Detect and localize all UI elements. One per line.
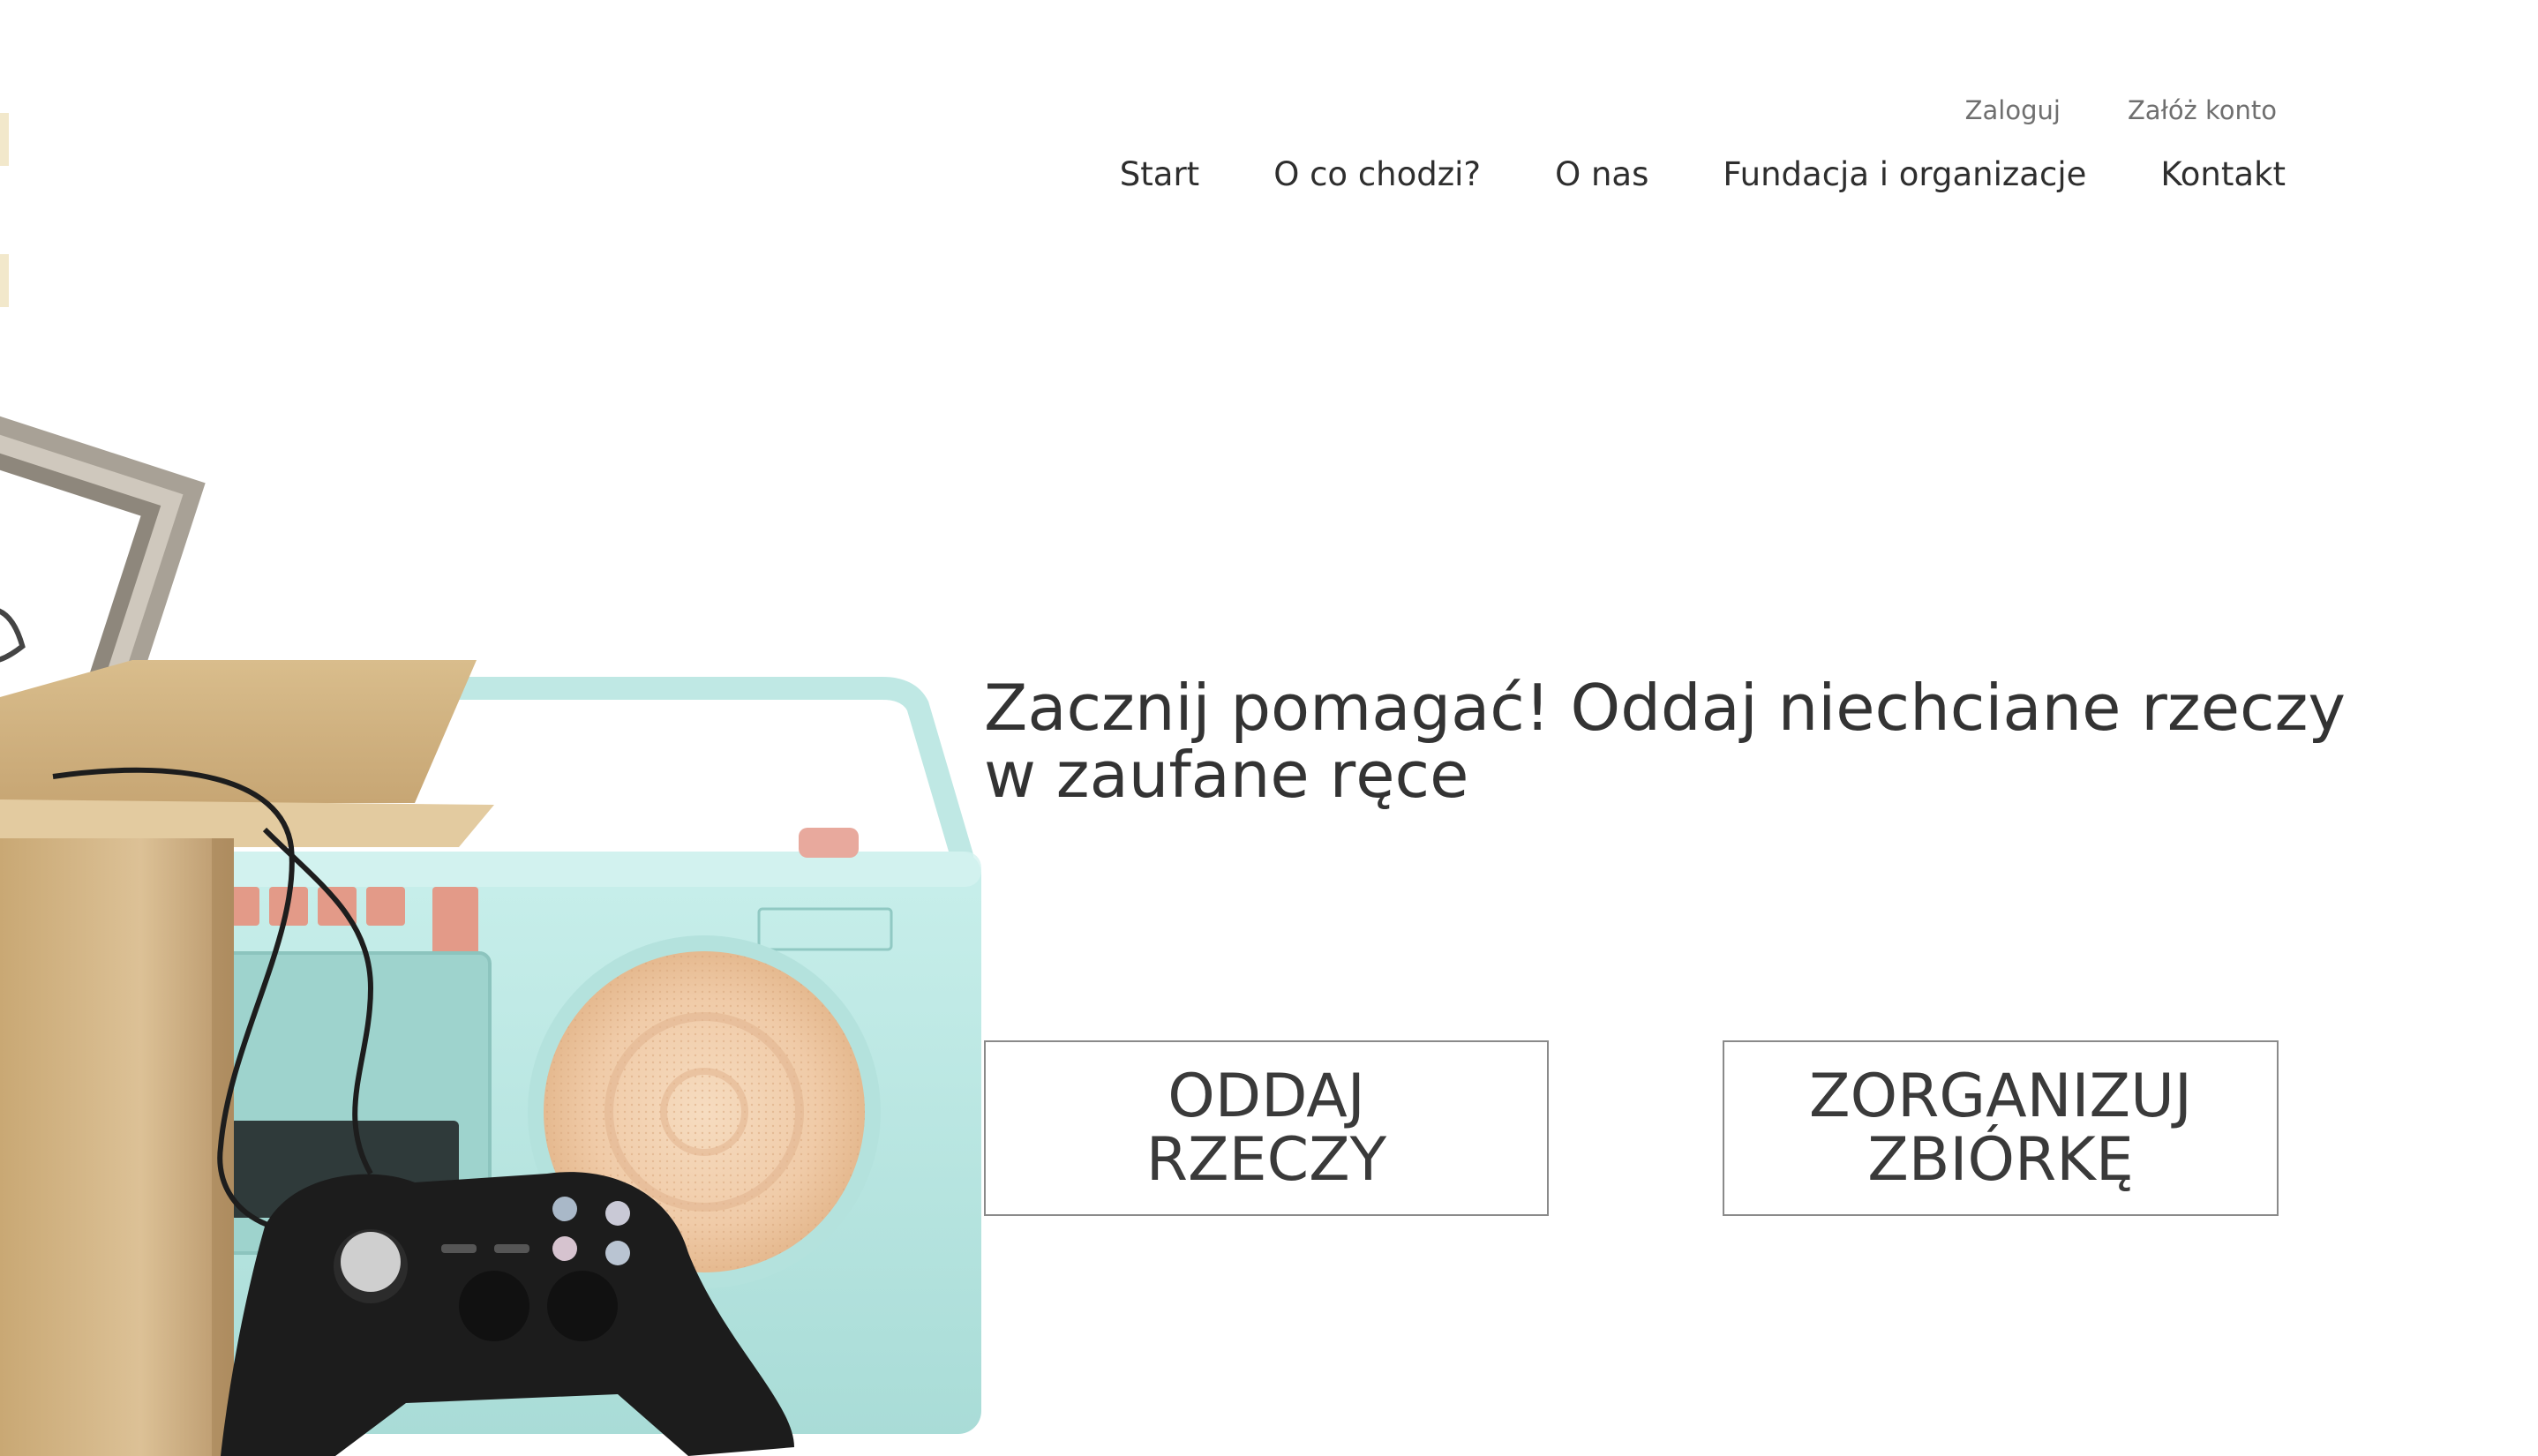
- main-nav: Start O co chodzi? O nas Fundacja i orga…: [1120, 155, 2286, 208]
- hero-title: Zacznij pomagać! Oddaj niechciane rzeczy…: [984, 671, 2346, 812]
- give-items-button[interactable]: Oddaj rzeczy: [984, 1040, 1549, 1216]
- nav-item-about-idea[interactable]: O co chodzi?: [1273, 155, 1481, 208]
- login-link[interactable]: Zaloguj: [1965, 95, 2061, 134]
- nav-item-start[interactable]: Start: [1120, 155, 1199, 208]
- nav-item-contact[interactable]: Kontakt: [2160, 155, 2286, 208]
- nav-item-about-us[interactable]: O nas: [1555, 155, 1648, 208]
- auth-links: Zaloguj Załóż konto: [1924, 95, 2277, 134]
- organize-collection-button[interactable]: Zorganizuj zbiórkę: [1723, 1040, 2279, 1216]
- hero-image: [0, 401, 981, 1456]
- give-items-label: Oddaj rzeczy: [1145, 1061, 1387, 1195]
- organize-collection-label: Zorganizuj zbiórkę: [1809, 1061, 2192, 1195]
- cardboard-box: [0, 838, 234, 1456]
- register-link[interactable]: Załóż konto: [2128, 95, 2277, 134]
- page: Zaloguj Załóż konto Start O co chodzi? O…: [0, 0, 2538, 1456]
- nav-item-organizations[interactable]: Fundacja i organizacje: [1723, 155, 2086, 208]
